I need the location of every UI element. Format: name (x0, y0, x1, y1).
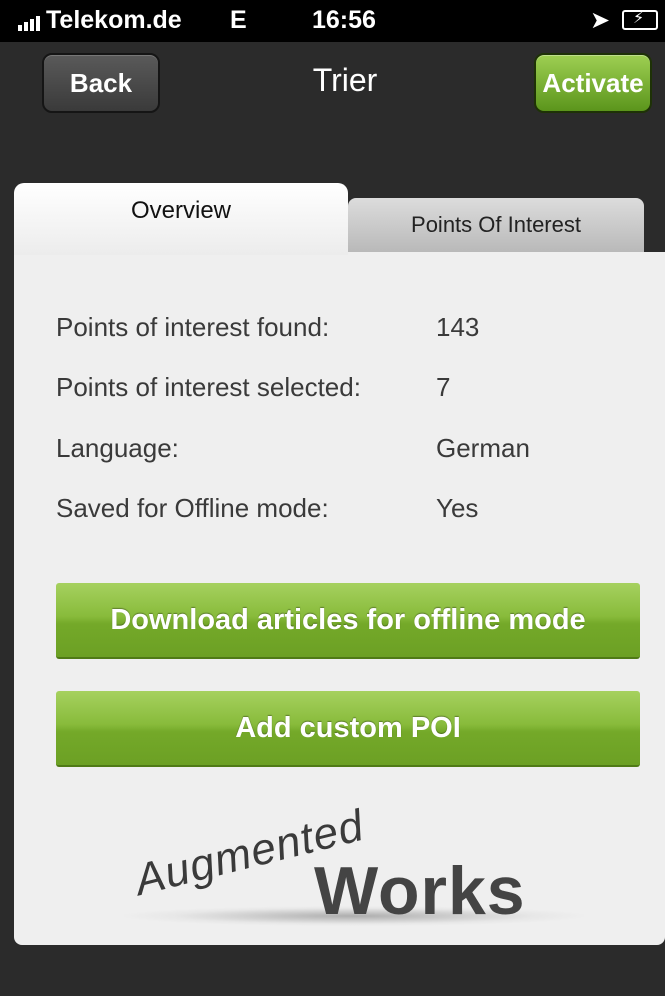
battery-charging-icon (622, 8, 658, 30)
logo-word-works: Works (314, 853, 526, 929)
bottom-area (0, 945, 665, 996)
offline-mode-label: Saved for Offline mode: (56, 493, 329, 523)
language-label: Language: (56, 433, 179, 463)
tab-points-of-interest[interactable]: Points Of Interest (348, 198, 644, 252)
signal-strength-icon (18, 16, 40, 31)
download-articles-button[interactable]: Download articles for offline mode (56, 583, 640, 659)
location-arrow-icon: ➤ (590, 7, 611, 34)
navigation-bar: Back Trier Activate (0, 42, 665, 122)
back-button[interactable]: Back (42, 53, 160, 113)
poi-selected-value: 7 (436, 372, 451, 402)
offline-mode-value: Yes (436, 493, 479, 523)
activate-button[interactable]: Activate (534, 53, 652, 113)
language-value: German (436, 433, 530, 463)
tab-overview[interactable]: Overview (14, 183, 348, 255)
overview-panel: Points of interest found: 143 Points of … (14, 252, 665, 945)
carrier-name: Telekom.de (46, 6, 182, 34)
augmented-works-logo: Augmented Works (124, 801, 584, 938)
network-type: E (230, 6, 247, 34)
poi-selected-label: Points of interest selected: (56, 372, 361, 402)
poi-found-value: 143 (436, 312, 480, 342)
add-custom-poi-button[interactable]: Add custom POI (56, 691, 640, 767)
status-bar: Telekom.de E 16:56 ➤ (0, 0, 665, 42)
page-title: Trier (312, 62, 378, 98)
clock: 16:56 (312, 6, 376, 34)
poi-found-label: Points of interest found: (56, 312, 330, 342)
